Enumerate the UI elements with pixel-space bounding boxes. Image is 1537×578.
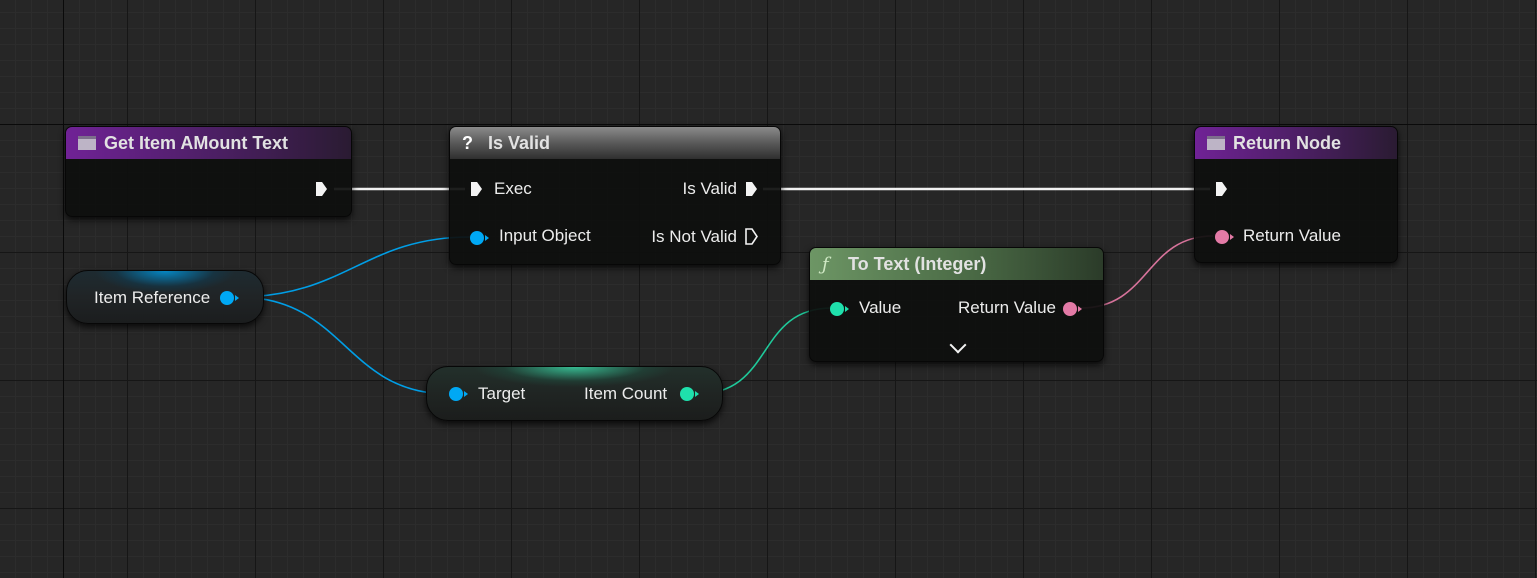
return-node[interactable]: Return Node Return Value bbox=[1194, 126, 1398, 263]
return-value-label: Return Value bbox=[1243, 226, 1341, 245]
value-label: Value bbox=[859, 298, 902, 317]
item-reference-out-pin-icon[interactable] bbox=[220, 291, 234, 305]
to-text-title: To Text (Integer) bbox=[848, 254, 987, 274]
exec-in-pin-icon[interactable] bbox=[471, 182, 482, 196]
input-object-label: Input Object bbox=[499, 226, 591, 245]
function-entry-title: Get Item AMount Text bbox=[104, 133, 288, 153]
is-valid-header[interactable]: ? Is Valid bbox=[450, 127, 780, 159]
is-not-valid-exec-out-pin-icon[interactable] bbox=[745, 228, 758, 245]
chevron-down-icon[interactable] bbox=[949, 336, 967, 354]
item-count-label: Item Count bbox=[584, 384, 668, 403]
is-valid-out-label: Is Valid bbox=[682, 179, 738, 198]
function-entry-header[interactable]: Get Item AMount Text bbox=[66, 127, 351, 159]
question-mark-icon: ? bbox=[462, 133, 473, 153]
target-pin-icon[interactable] bbox=[449, 387, 463, 401]
pin-arrow-icon bbox=[235, 295, 239, 301]
pin-arrow-icon bbox=[845, 306, 849, 312]
target-label: Target bbox=[478, 384, 526, 403]
is-valid-exec-out-pin-icon[interactable] bbox=[746, 182, 757, 196]
is-valid-node[interactable]: ? Is Valid Exec Input Object Is Valid Is … bbox=[449, 126, 781, 265]
return-node-title: Return Node bbox=[1233, 133, 1341, 153]
item-reference-label: Item Reference bbox=[94, 288, 211, 307]
value-pin-icon[interactable] bbox=[830, 302, 844, 316]
return-node-header[interactable]: Return Node bbox=[1195, 127, 1397, 159]
pin-arrow-icon bbox=[1078, 306, 1082, 312]
function-icon bbox=[78, 136, 96, 150]
return-value-pin-icon[interactable] bbox=[1215, 230, 1229, 244]
item-count-out-pin-icon[interactable] bbox=[680, 387, 694, 401]
is-valid-title: Is Valid bbox=[488, 133, 551, 153]
wire-itemref-to-inputobject[interactable] bbox=[237, 236, 471, 298]
pin-arrow-icon bbox=[485, 235, 489, 241]
item-reference-variable-node[interactable]: Item Reference bbox=[66, 270, 264, 324]
return-value-out-label: Return Value bbox=[958, 298, 1056, 317]
function-entry-node[interactable]: Get Item AMount Text bbox=[65, 126, 352, 217]
return-value-out-pin-icon[interactable] bbox=[1063, 302, 1077, 316]
to-text-header[interactable]: ƒ To Text (Integer) bbox=[810, 248, 1103, 280]
f-function-icon: ƒ bbox=[822, 254, 829, 275]
pin-arrow-icon bbox=[695, 391, 699, 397]
get-item-count-node[interactable]: Target Item Count bbox=[426, 366, 723, 421]
function-icon bbox=[1207, 136, 1225, 150]
exec-out-pin-icon[interactable] bbox=[316, 182, 327, 196]
exec-in-pin-icon[interactable] bbox=[1216, 182, 1227, 196]
pin-arrow-icon bbox=[464, 391, 468, 397]
exec-pin-label: Exec bbox=[494, 179, 532, 198]
input-object-pin-icon[interactable] bbox=[470, 231, 484, 245]
wire-itemref-to-target[interactable] bbox=[237, 296, 450, 395]
to-text-integer-node[interactable]: ƒ To Text (Integer) Value Return Value bbox=[809, 247, 1104, 362]
is-not-valid-out-label: Is Not Valid bbox=[651, 227, 737, 246]
pin-arrow-icon bbox=[1230, 234, 1234, 240]
